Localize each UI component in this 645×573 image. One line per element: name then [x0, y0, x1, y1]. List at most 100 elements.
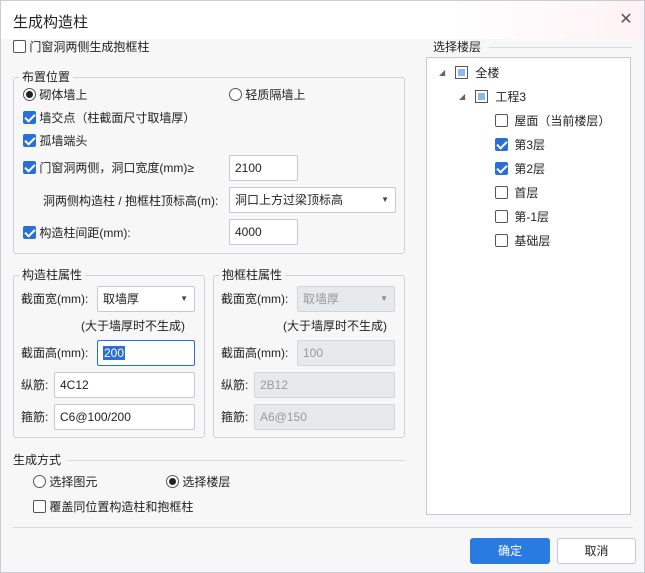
tree-root[interactable]: 全楼 [455, 65, 499, 81]
close-icon[interactable]: ✕ [615, 9, 637, 31]
door-window-frame-checkbox[interactable] [13, 40, 26, 53]
top-elevation-value: 洞口上方过梁顶标高 [235, 193, 344, 207]
cc-section-width-label: 截面宽(mm): [21, 292, 89, 306]
isolated-wall-end-checkbox[interactable] [23, 134, 36, 147]
opening-width-input[interactable]: 2100 [229, 155, 298, 181]
cc-longitudinal-input[interactable]: 4C12 [54, 372, 195, 398]
floor-label: 第-1层 [514, 210, 550, 224]
titlebar: 生成构造柱 ✕ [1, 1, 644, 39]
column-spacing-option[interactable]: 构造柱间距(mm): [23, 225, 131, 241]
overwrite-option[interactable]: 覆盖同位置构造柱和抱框柱 [33, 499, 193, 515]
select-element-radio[interactable] [33, 475, 46, 488]
chevron-down-icon: ▼ [380, 294, 388, 303]
select-floor-radio[interactable] [166, 475, 179, 488]
floor-tree: ◢ 全楼 ◢ 工程3 屋面（当前楼层） 第3层 第2层 首层 第-1层 基础层 [426, 57, 631, 515]
floor-item[interactable]: 第3层 [495, 137, 545, 153]
floor-item[interactable]: 屋面（当前楼层） [495, 113, 610, 129]
cc-section-height-value: 200 [103, 346, 126, 360]
floor-select-title: 选择楼层 [433, 40, 482, 54]
fc-section-width-value: 取墙厚 [303, 292, 340, 306]
cc-section-height-input[interactable]: 200 [97, 340, 195, 366]
overwrite-label: 覆盖同位置构造柱和抱框柱 [49, 500, 194, 514]
wall-intersection-checkbox[interactable] [23, 111, 36, 124]
cc-section-width-select[interactable]: 取墙厚 ▼ [97, 286, 195, 312]
masonry-wall-option[interactable]: 砌体墙上 [23, 87, 87, 103]
floor-checkbox[interactable] [495, 138, 508, 151]
door-window-frame-label: 门窗洞两侧生成抱框柱 [29, 40, 150, 54]
floor-select-divider [489, 47, 632, 48]
floor-item[interactable]: 第-1层 [495, 209, 549, 225]
masonry-wall-label: 砌体墙上 [39, 88, 88, 102]
tree-root-label: 全楼 [475, 66, 500, 80]
fc-longitudinal-label: 纵筋: [221, 378, 249, 392]
fc-section-width-label: 截面宽(mm): [221, 292, 289, 306]
fc-note: (大于墙厚时不生成) [283, 319, 387, 333]
floor-checkbox[interactable] [495, 210, 508, 223]
column-spacing-label: 构造柱间距(mm): [39, 226, 131, 240]
fc-section-height-label: 截面高(mm): [221, 346, 289, 360]
door-window-sides-option[interactable]: 门窗洞两侧，洞口宽度(mm)≥ [23, 160, 194, 176]
frame-column-title: 抱框柱属性 [219, 268, 286, 282]
floor-checkbox[interactable] [495, 234, 508, 247]
floor-checkbox[interactable] [495, 114, 508, 127]
isolated-wall-end-option[interactable]: 孤墙端头 [23, 133, 87, 149]
floor-label: 屋面（当前楼层） [514, 114, 611, 128]
select-element-option[interactable]: 选择图元 [33, 474, 97, 490]
chevron-down-icon: ▼ [381, 195, 389, 204]
cc-longitudinal-label: 纵筋: [21, 378, 49, 392]
column-spacing-input[interactable]: 4000 [229, 219, 298, 245]
select-floor-label: 选择楼层 [182, 475, 231, 489]
overwrite-checkbox[interactable] [33, 500, 46, 513]
chevron-down-icon: ▼ [180, 294, 188, 303]
isolated-wall-end-label: 孤墙端头 [39, 134, 88, 148]
collapse-triangle-icon[interactable]: ◢ [439, 66, 445, 80]
cc-section-width-value: 取墙厚 [103, 292, 140, 306]
wall-intersection-option[interactable]: 墙交点（柱截面尺寸取墙厚） [23, 110, 195, 126]
floor-label: 基础层 [514, 234, 551, 248]
top-elevation-select[interactable]: 洞口上方过梁顶标高 ▼ [229, 187, 396, 213]
select-element-label: 选择图元 [49, 475, 98, 489]
light-partition-radio[interactable] [229, 88, 242, 101]
door-window-sides-checkbox[interactable] [23, 161, 36, 174]
fc-stirrup-label: 箍筋: [221, 410, 249, 424]
floor-checkbox[interactable] [495, 186, 508, 199]
ok-button[interactable]: 确定 [470, 538, 550, 564]
generate-mode-divider [67, 460, 405, 461]
layout-position-title: 布置位置 [19, 70, 74, 84]
cc-stirrup-label: 箍筋: [21, 410, 49, 424]
light-partition-label: 轻质隔墙上 [245, 88, 306, 102]
construct-column-title: 构造柱属性 [19, 268, 86, 282]
footer-divider [13, 527, 633, 528]
cancel-button[interactable]: 取消 [557, 538, 636, 564]
floor-item[interactable]: 第2层 [495, 161, 545, 177]
fc-section-height-input[interactable]: 100 [297, 340, 395, 366]
wall-intersection-label: 墙交点（柱截面尺寸取墙厚） [39, 111, 196, 125]
floor-label: 第2层 [514, 162, 546, 176]
cc-section-height-label: 截面高(mm): [21, 346, 89, 360]
floor-checkbox[interactable] [495, 162, 508, 175]
cc-note: (大于墙厚时不生成) [81, 319, 185, 333]
generate-construct-column-dialog: 生成构造柱 ✕ 门窗洞两侧生成抱框柱 布置位置 砌体墙上 轻质隔墙上 墙交点（柱… [0, 0, 645, 573]
floor-item[interactable]: 基础层 [495, 233, 550, 249]
column-spacing-checkbox[interactable] [23, 226, 36, 239]
floor-label: 第3层 [514, 138, 546, 152]
tree-project[interactable]: 工程3 [475, 89, 526, 105]
fc-longitudinal-input[interactable]: 2B12 [254, 372, 395, 398]
light-partition-option[interactable]: 轻质隔墙上 [229, 87, 305, 103]
door-window-sides-label: 门窗洞两侧，洞口宽度(mm)≥ [39, 161, 194, 175]
select-floor-option[interactable]: 选择楼层 [166, 474, 230, 490]
tree-project-checkbox[interactable] [475, 90, 488, 103]
tree-root-checkbox[interactable] [455, 66, 468, 79]
masonry-wall-radio[interactable] [23, 88, 36, 101]
top-elevation-label: 洞两侧构造柱 / 抱框柱顶标高(m): [43, 194, 219, 208]
tree-project-label: 工程3 [495, 90, 527, 104]
fc-section-width-select[interactable]: 取墙厚 ▼ [297, 286, 395, 312]
dialog-title: 生成构造柱 [13, 14, 89, 31]
fc-stirrup-input[interactable]: A6@150 [254, 404, 395, 430]
door-window-frame-option[interactable]: 门窗洞两侧生成抱框柱 [13, 39, 149, 55]
floor-label: 首层 [514, 186, 539, 200]
floor-item[interactable]: 首层 [495, 185, 538, 201]
generate-mode-title: 生成方式 [13, 453, 62, 467]
collapse-triangle-icon[interactable]: ◢ [459, 90, 465, 104]
cc-stirrup-input[interactable]: C6@100/200 [54, 404, 195, 430]
